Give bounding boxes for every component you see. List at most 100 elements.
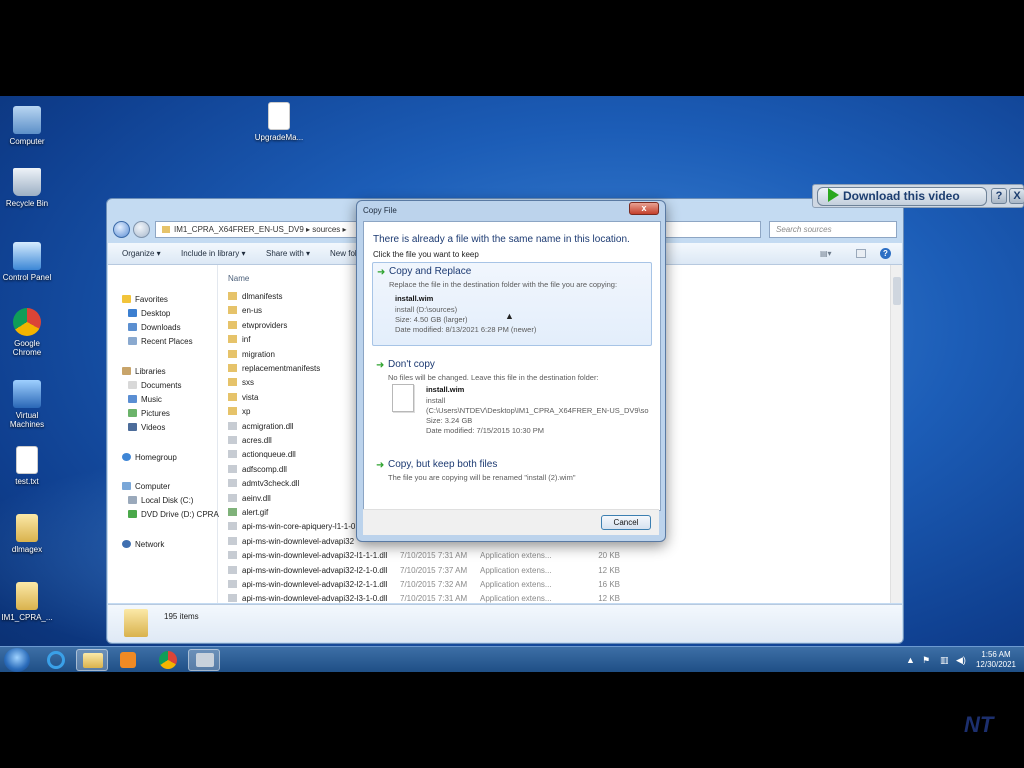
desktop-icon-recycle-bin[interactable]: Recycle Bin [0, 168, 54, 208]
close-download-bar-button[interactable]: X [1009, 188, 1024, 204]
option-description: No files will be changed. Leave this fil… [388, 373, 599, 382]
start-button[interactable] [4, 648, 30, 672]
copy-icon [196, 653, 214, 667]
file-icon [228, 464, 237, 473]
file-row[interactable]: api-ms-win-downlevel-advapi32-l2-1-1.dll… [228, 580, 828, 594]
desktop-icon-label: UpgradeMa... [254, 133, 304, 142]
nav-documents[interactable]: Documents [128, 381, 181, 390]
desktop-icon-computer[interactable]: Computer [0, 106, 54, 146]
file-icon [228, 580, 237, 588]
vertical-scrollbar[interactable] [890, 265, 902, 603]
copy-keep-both-option[interactable]: ➜ Copy, but keep both files The file you… [372, 456, 652, 486]
clock[interactable]: 1:56 AM 12/30/2021 [974, 650, 1018, 670]
recycle-bin-icon [13, 168, 41, 196]
folder-icon [228, 364, 237, 372]
close-button[interactable]: x [629, 202, 659, 215]
taskbar-file-explorer[interactable] [76, 649, 108, 671]
item-count: 195 items [164, 612, 199, 621]
file-size: Size: 3.24 GB [426, 416, 473, 425]
navigation-pane: Favorites Desktop Downloads Recent Place… [108, 265, 219, 603]
nav-local-disk[interactable]: Local Disk (C:) [128, 496, 193, 505]
taskbar-chrome[interactable] [152, 649, 184, 671]
taskbar-copy-progress[interactable] [188, 649, 220, 671]
desktop-icon-control-panel[interactable]: Control Panel [0, 242, 54, 282]
download-video-button[interactable]: Download this video [817, 187, 987, 206]
desktop-icon-label: Google Chrome [12, 339, 42, 357]
desktop-icon-label: test.txt [15, 477, 39, 486]
file-name: install.wim [395, 294, 434, 303]
nav-downloads[interactable]: Downloads [128, 323, 181, 332]
nav-recent-places[interactable]: Recent Places [128, 337, 193, 346]
file-size: 20 KB [598, 551, 620, 561]
forward-button[interactable] [133, 221, 150, 238]
nav-favorites[interactable]: Favorites [122, 295, 168, 304]
nav-pictures[interactable]: Pictures [128, 409, 170, 418]
search-placeholder: Search sources [776, 225, 832, 234]
file-icon [228, 551, 237, 560]
file-size: Size: 4.50 GB (larger) [395, 315, 468, 324]
nav-computer[interactable]: Computer [122, 482, 170, 491]
file-name: api-ms-win-downlevel-advapi32-l1-1-1.dll [242, 551, 388, 561]
column-header-name[interactable]: Name [228, 274, 249, 283]
help-icon[interactable]: ? [880, 248, 891, 259]
nav-label: Network [135, 540, 165, 549]
file-name: install.wim [426, 385, 465, 394]
nav-desktop[interactable]: Desktop [128, 309, 170, 318]
file-row[interactable]: api-ms-win-downlevel-advapi32-l2-1-0.dll… [228, 565, 828, 580]
desktop-icon-dlmagex[interactable]: dlmagex [0, 514, 54, 554]
copy-and-replace-option[interactable]: ➜ Copy and Replace Replace the file in t… [372, 262, 652, 346]
drive-icon [128, 496, 137, 504]
scrollbar-thumb[interactable] [893, 277, 901, 305]
volume-icon[interactable]: ◀) [956, 655, 966, 666]
desktop-icon-virtual-machines[interactable]: Virtual Machines [0, 380, 54, 429]
taskbar: ▲ ⚑ ▥ ◀) 1:56 AM 12/30/2021 [0, 646, 1024, 672]
desktop-icon-test-txt[interactable]: test.txt [0, 446, 54, 486]
nav-label: Recent Places [141, 337, 193, 346]
file-icon [228, 508, 237, 516]
help-button[interactable]: ? [991, 188, 1007, 204]
nav-label: Computer [135, 482, 171, 491]
file-row[interactable]: api-ms-win-downlevel-advapi32-l3-1-0.dll… [228, 594, 828, 603]
folder-icon [228, 292, 237, 300]
search-input[interactable]: Search sources [769, 221, 897, 238]
back-button[interactable] [113, 221, 130, 238]
folder-icon [228, 320, 237, 329]
media-player-icon [120, 652, 136, 668]
nav-dvd-drive[interactable]: DVD Drive (D:) CPRA [128, 510, 219, 519]
cancel-button[interactable]: Cancel [601, 515, 651, 530]
star-icon [122, 295, 131, 303]
nav-libraries[interactable]: Libraries [122, 367, 166, 376]
file-type: Application extens... [480, 594, 552, 603]
preview-pane-icon[interactable] [856, 249, 866, 258]
desktop-icon-label: IM1_CPRA_... [1, 613, 53, 622]
play-icon [828, 188, 839, 202]
file-size: 12 KB [598, 594, 620, 603]
desktop-icon-upgrade[interactable]: UpgradeMa... [252, 102, 306, 142]
dialog-heading: There is already a file with the same na… [373, 234, 630, 245]
action-center-icon[interactable]: ⚑ [922, 655, 930, 666]
file-date: 7/10/2015 7:37 AM [400, 565, 468, 575]
organize-button[interactable]: Organize ▾ [122, 249, 161, 258]
nav-homegroup[interactable]: Homegroup [122, 453, 177, 462]
file-row[interactable]: api-ms-win-downlevel-advapi32-l1-1-1.dll… [228, 551, 828, 565]
show-hidden-icons[interactable]: ▲ [906, 655, 915, 665]
taskbar-internet-explorer[interactable] [40, 649, 72, 671]
taskbar-media-player[interactable] [112, 649, 144, 671]
desktop: Computer Recycle Bin Control Panel Googl… [0, 96, 1024, 672]
desktop-icon-chrome[interactable]: Google Chrome [0, 308, 54, 357]
nav-label: Music [141, 395, 162, 404]
new-folder-button[interactable]: New fol [330, 249, 357, 258]
nav-network[interactable]: Network [122, 540, 164, 549]
arrow-icon: ➜ [377, 267, 386, 278]
desktop-icon-im1-cpra[interactable]: IM1_CPRA_... [0, 582, 54, 622]
nav-videos[interactable]: Videos [128, 423, 165, 432]
view-options-icon[interactable]: ▤▾ [820, 249, 832, 258]
network-tray-icon[interactable]: ▥ [940, 655, 949, 666]
nav-music[interactable]: Music [128, 395, 162, 404]
dont-copy-option[interactable]: ➜ Don't copy No files will be changed. L… [372, 356, 652, 444]
file-date: 7/10/2015 7:31 AM [400, 594, 468, 603]
videos-icon [128, 423, 137, 431]
share-with-button[interactable]: Share with ▾ [266, 249, 310, 258]
include-in-library-button[interactable]: Include in library ▾ [181, 249, 246, 258]
option-title: Copy and Replace [389, 266, 472, 277]
